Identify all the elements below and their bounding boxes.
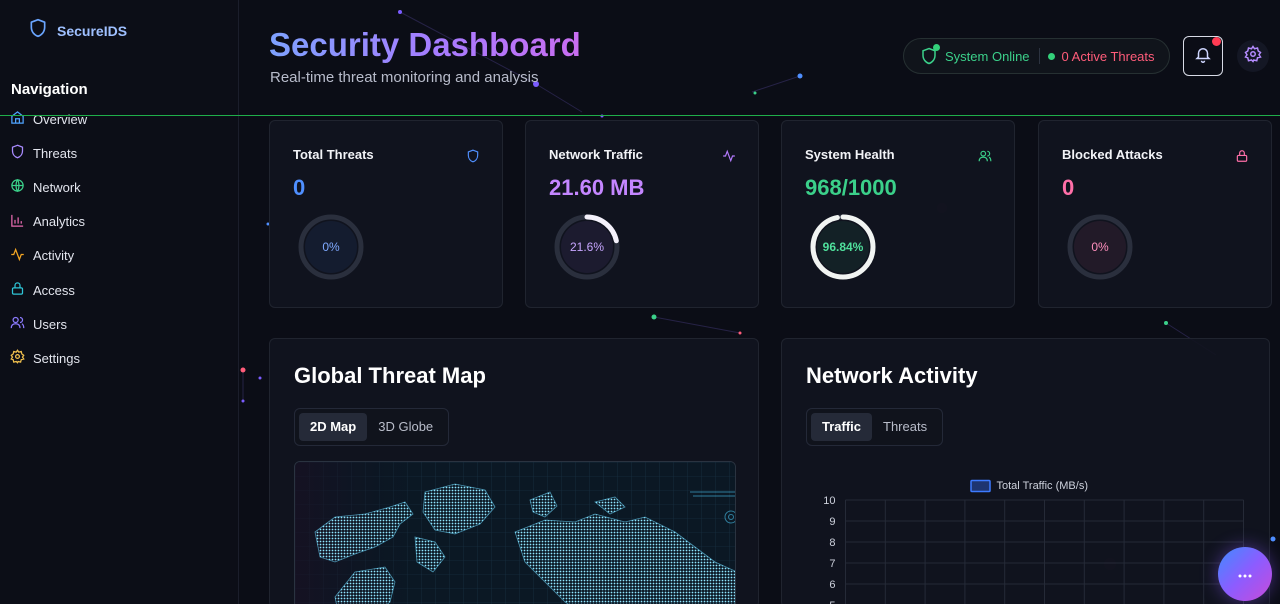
- stat-card-label: Network Traffic: [549, 147, 643, 162]
- stat-card-value: 21.60 MB: [549, 175, 645, 200]
- map-view-tabs: 2D Map 3D Globe: [294, 408, 450, 446]
- sidebar-item-label: Settings: [33, 350, 80, 366]
- y-tick-label: 7: [829, 558, 835, 570]
- stat-card-label: System Health: [805, 147, 895, 162]
- network-activity-panel: Network Activity Traffic Threats Total T…: [781, 338, 1270, 604]
- sidebar-item-analytics[interactable]: Analytics: [10, 205, 87, 239]
- sidebar-item-label: Users: [33, 316, 67, 332]
- home-icon: [10, 110, 25, 128]
- y-tick-label: 8: [829, 537, 835, 549]
- users-icon: [978, 149, 992, 168]
- sidebar-item-label: Threats: [33, 145, 78, 161]
- chart-grid: [845, 499, 1244, 604]
- sidebar-item-users[interactable]: Users: [10, 307, 87, 341]
- stat-card-label: Total Threats: [293, 147, 374, 162]
- app-name: SecureIDS: [57, 22, 128, 39]
- active-threats-status: 0 Active Threats: [1047, 48, 1155, 64]
- page-subtitle: Real-time threat monitoring and analysis: [270, 69, 539, 86]
- threat-map[interactable]: [294, 461, 736, 604]
- legend-label: Total Traffic (MB/s): [997, 480, 1088, 492]
- settings-button[interactable]: [1237, 40, 1269, 72]
- bell-icon: [1194, 45, 1212, 68]
- lock-icon: [10, 281, 25, 299]
- page-title: Security Dashboard: [269, 26, 581, 63]
- sidebar-item-label: Analytics: [33, 214, 86, 230]
- panel-title: Global Threat Map: [294, 363, 486, 388]
- stat-card-system-health: System Health 968/1000 96.84%: [781, 120, 1015, 308]
- sidebar-item-overview[interactable]: Overview: [10, 102, 87, 136]
- more-dots-icon: [1238, 565, 1252, 583]
- legend-swatch: [970, 479, 991, 493]
- sidebar-item-threats[interactable]: Threats: [10, 136, 87, 170]
- stat-card-value: 0: [1062, 175, 1075, 200]
- gear-icon: [1244, 44, 1262, 68]
- traffic-line-chart: Total Traffic (MB/s) 10 9 8 7 6 5: [823, 479, 1244, 604]
- sidebar-item-settings[interactable]: Settings: [10, 341, 87, 375]
- status-dot-icon: [1047, 52, 1055, 60]
- app-logo[interactable]: SecureIDS: [28, 18, 127, 43]
- gear-icon: [10, 349, 25, 367]
- progress-ring-label: 0%: [1091, 240, 1109, 254]
- y-tick-label: 6: [829, 579, 835, 591]
- sidebar-item-label: Access: [33, 282, 75, 298]
- sidebar-item-label: Activity: [33, 248, 75, 264]
- shield-icon: [466, 149, 480, 168]
- progress-ring-label: 96.84%: [822, 240, 864, 254]
- stat-card-value: 968/1000: [805, 175, 897, 200]
- notifications-button[interactable]: [1183, 36, 1223, 76]
- sidebar-item-network[interactable]: Network: [10, 170, 87, 204]
- users-icon: [10, 315, 25, 333]
- system-online-label: System Online: [945, 48, 1030, 64]
- activity-icon: [722, 149, 736, 168]
- bar-chart-icon: [10, 213, 25, 231]
- sidebar-item-label: Network: [33, 179, 81, 195]
- sidebar: SecureIDS Navigation Overview Threats Ne…: [0, 0, 239, 604]
- system-status-pill: System Online 0 Active Threats: [903, 38, 1170, 74]
- shield-icon: [28, 18, 48, 43]
- nav-title: Navigation: [11, 81, 88, 98]
- notification-badge: [1212, 37, 1221, 46]
- nav-list: Overview Threats Network Analytics Activ…: [10, 110, 87, 376]
- y-axis-ticks: 10 9 8 7 6 5: [823, 495, 835, 604]
- y-tick-label: 5: [829, 600, 835, 604]
- active-threats-label: 0 Active Threats: [1061, 48, 1155, 64]
- accent-divider: [0, 115, 1280, 116]
- y-tick-label: 10: [823, 495, 835, 507]
- stat-card-label: Blocked Attacks: [1062, 147, 1163, 162]
- progress-ring-label: 21.6%: [569, 240, 605, 254]
- sidebar-item-access[interactable]: Access: [10, 273, 87, 307]
- shield-check-icon: [920, 44, 940, 65]
- stat-card-total-threats: Total Threats 0 0%: [269, 120, 503, 308]
- activity-icon: [10, 247, 25, 265]
- shield-icon: [10, 144, 25, 162]
- lock-icon: [1235, 149, 1249, 168]
- chat-fab-button[interactable]: [1218, 547, 1272, 601]
- globe-icon: [10, 178, 25, 196]
- stat-card-blocked-attacks: Blocked Attacks 0 0%: [1038, 120, 1272, 308]
- stat-card-value: 0: [293, 175, 306, 200]
- tab-3d-globe[interactable]: 3D Globe: [367, 413, 444, 441]
- divider: [1038, 48, 1040, 64]
- sidebar-item-activity[interactable]: Activity: [10, 239, 87, 273]
- global-threat-map-panel: Global Threat Map 2D Map 3D Globe: [269, 338, 759, 604]
- stat-card-network-traffic: Network Traffic 21.60 MB 21.6%: [525, 120, 759, 308]
- sidebar-item-label: Overview: [33, 111, 88, 127]
- y-tick-label: 9: [829, 516, 835, 528]
- tab-2d-map[interactable]: 2D Map: [299, 413, 368, 441]
- progress-ring-label: 0%: [322, 240, 340, 254]
- world-map-graphic: [295, 462, 735, 604]
- system-online-status: System Online: [904, 44, 1030, 65]
